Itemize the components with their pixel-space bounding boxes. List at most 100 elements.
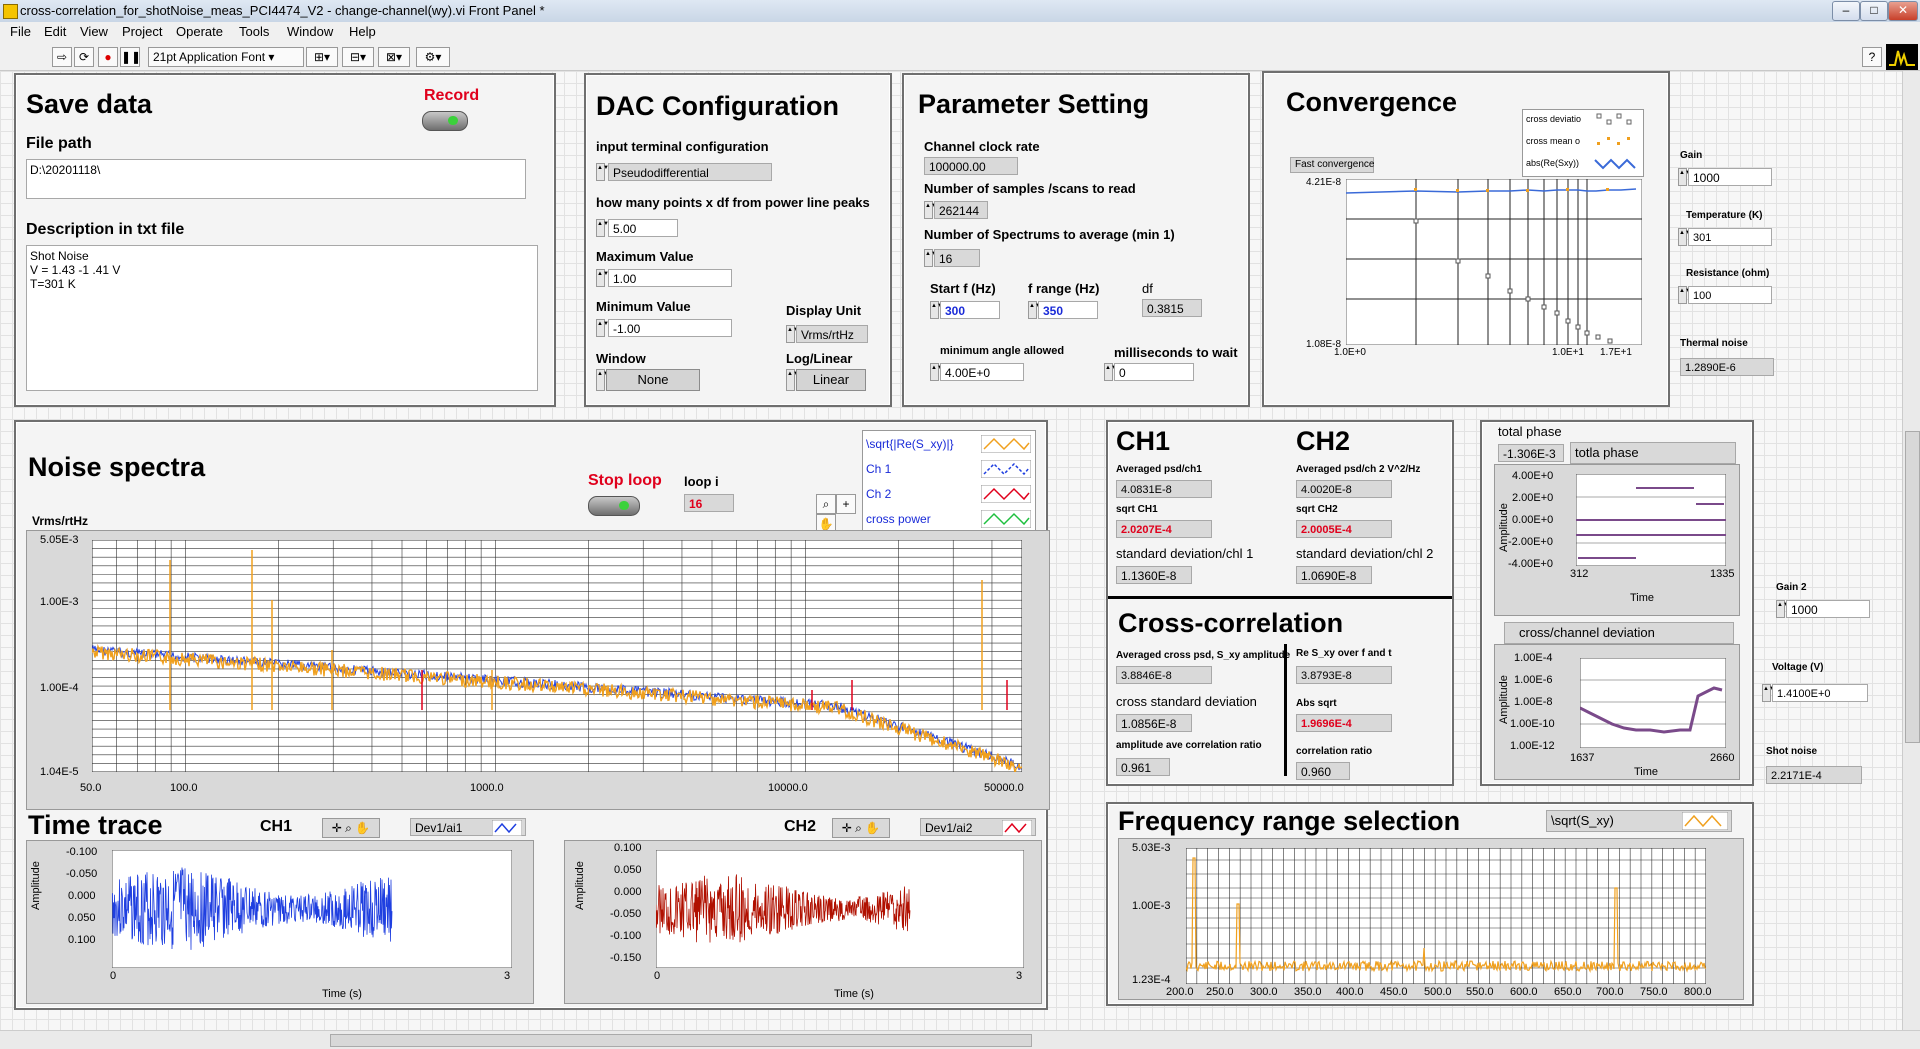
description-label: Description in txt file (26, 221, 185, 238)
freq-graph[interactable] (1186, 848, 1706, 984)
deviation-legend[interactable]: cross/channel deviation (1504, 622, 1734, 644)
convergence-legend[interactable]: cross deviatio cross mean o abs(Re(Sxy)) (1522, 109, 1644, 177)
menu-project[interactable]: Project (122, 24, 162, 39)
zoom-icon[interactable]: ⌕ (816, 494, 836, 514)
menu-view[interactable]: View (80, 24, 108, 39)
stop-loop-led (619, 501, 629, 510)
samples-input[interactable]: 262144 (934, 201, 988, 219)
ms-wait-spin[interactable]: ▲▼ (1104, 363, 1117, 381)
help-icon[interactable]: ? (1862, 47, 1882, 67)
start-f-input[interactable]: 300 (940, 301, 1000, 319)
horizontal-scrollbar[interactable] (0, 1030, 1920, 1049)
convergence-graph[interactable] (1346, 179, 1642, 345)
noise-x-tick-3: 1000.0 (470, 782, 504, 794)
gain-input[interactable]: 1000 (1688, 168, 1772, 186)
ch1-time-graph[interactable] (112, 850, 512, 968)
run-arrow-icon[interactable]: ⇨ (52, 47, 72, 67)
deviation-graph[interactable] (1580, 658, 1726, 748)
vertical-scrollbar[interactable] (1902, 71, 1920, 1030)
ch2-x-axis-title: Time (s) (834, 988, 874, 1000)
display-unit-value: Vrms/rtHz (801, 328, 854, 342)
resistance-spin[interactable]: ▲▼ (1678, 286, 1691, 304)
window-ring[interactable]: None (606, 369, 700, 391)
spectrums-input[interactable]: 16 (934, 249, 980, 267)
noise-legend[interactable]: \sqrt{|Re(S_xy)|} Ch 1 Ch 2 cross power (862, 430, 1036, 532)
gain2-input[interactable]: 1000 (1786, 600, 1870, 618)
gain-spin[interactable]: ▲▼ (1678, 168, 1691, 186)
resistance-input[interactable]: 100 (1688, 286, 1772, 304)
display-unit-ring[interactable]: Vrms/rtHz (796, 325, 868, 343)
ch2-title: CH2 (1296, 426, 1351, 456)
labview-icon (3, 4, 18, 19)
samples-spin[interactable]: ▲▼ (924, 201, 937, 219)
loglinear-spin[interactable]: ▲▼ (786, 369, 799, 391)
phase-graph[interactable] (1576, 474, 1726, 566)
ch2-x-tick-3: 3 (1016, 970, 1023, 982)
corr-ratio-label: correlation ratio (1296, 746, 1373, 757)
input-terminal-spin[interactable]: ▲▼ (596, 163, 609, 181)
input-terminal-ring[interactable]: Pseudodifferential (608, 163, 772, 181)
min-angle-input[interactable]: 4.00E+0 (940, 363, 1024, 381)
max-value-spin[interactable]: ▲▼ (596, 269, 609, 287)
font-select-value: 21pt Application Font (153, 50, 266, 64)
distribute-icon[interactable]: ⊟▾ (342, 47, 374, 67)
abort-icon[interactable]: ● (98, 47, 118, 67)
ch2-graph-tools[interactable]: ✛ ⌕ ✋ (832, 818, 890, 838)
pause-icon[interactable]: ❚❚ (120, 47, 141, 67)
font-select[interactable]: 21pt Application Font ▾ (148, 47, 304, 67)
file-path-input[interactable]: D:\20201118\ (26, 159, 526, 199)
description-textarea[interactable]: Shot Noise V = 1.43 -1 .41 V T=301 K (26, 245, 538, 391)
window-spin[interactable]: ▲▼ (596, 369, 609, 391)
max-value-input[interactable]: 1.00 (608, 269, 732, 287)
freq-x-6: 450.0 (1380, 986, 1408, 998)
align-icon[interactable]: ⊞▾ (306, 47, 338, 67)
record-toggle[interactable] (422, 111, 468, 131)
ch2-time-graph[interactable] (656, 850, 1024, 968)
spectrums-spin[interactable]: ▲▼ (924, 249, 937, 267)
resize-icon[interactable]: ⊠▾ (378, 47, 410, 67)
f-range-spin[interactable]: ▲▼ (1028, 301, 1041, 319)
close-button[interactable]: ✕ (1888, 1, 1918, 21)
legend-abs-re-label: abs(Re(Sxy)) (1526, 158, 1580, 168)
min-value-spin[interactable]: ▲▼ (596, 319, 609, 337)
menu-window[interactable]: Window (287, 24, 333, 39)
ch2-legend-swatch (1002, 820, 1032, 836)
menu-file[interactable]: File (10, 24, 31, 39)
cursor-icon[interactable]: + (836, 494, 856, 514)
start-f-spin[interactable]: ▲▼ (930, 301, 943, 319)
clock-rate-input[interactable]: 100000.00 (924, 157, 1018, 175)
menu-operate[interactable]: Operate (176, 24, 223, 39)
ms-wait-input[interactable]: 0 (1114, 363, 1194, 381)
horizontal-scroll-thumb[interactable] (330, 1034, 1032, 1047)
noise-spectra-graph[interactable] (92, 540, 1022, 772)
min-value-input[interactable]: -1.00 (608, 319, 732, 337)
points-spin[interactable]: ▲▼ (596, 219, 609, 237)
stop-loop-button[interactable] (588, 496, 640, 516)
minimize-button[interactable]: – (1832, 1, 1860, 21)
voltage-input[interactable]: 1.4100E+0 (1772, 684, 1868, 702)
loglinear-ring[interactable]: Linear (796, 369, 866, 391)
ch1-y-tick-5: 0.100 (68, 934, 96, 946)
min-angle-label: minimum angle allowed (940, 345, 1065, 357)
voltage-spin[interactable]: ▲▼ (1762, 684, 1775, 702)
vertical-scroll-thumb[interactable] (1905, 431, 1920, 743)
section-divider (1108, 596, 1452, 599)
menu-edit[interactable]: Edit (44, 24, 66, 39)
display-unit-spin[interactable]: ▲▼ (786, 325, 799, 343)
phase-legend[interactable]: totla phase (1570, 442, 1736, 464)
menu-help[interactable]: Help (349, 24, 376, 39)
menu-tools[interactable]: Tools (239, 24, 269, 39)
min-angle-spin[interactable]: ▲▼ (930, 363, 943, 381)
reorder-icon[interactable]: ⚙▾ (416, 47, 450, 67)
temperature-spin[interactable]: ▲▼ (1678, 228, 1691, 246)
maximize-button[interactable]: □ (1860, 1, 1888, 21)
f-range-input[interactable]: 350 (1038, 301, 1098, 319)
gain2-spin[interactable]: ▲▼ (1776, 600, 1789, 618)
points-input[interactable]: 5.00 (608, 219, 678, 237)
temperature-input[interactable]: 301 (1688, 228, 1772, 246)
thermal-noise-label: Thermal noise (1680, 338, 1748, 349)
fast-convergence-indicator[interactable]: Fast convergence (1290, 157, 1375, 173)
run-continuous-icon[interactable]: ⟳ (74, 47, 94, 67)
ch1-title: CH1 (1116, 426, 1171, 456)
ch1-graph-tools[interactable]: ✛ ⌕ ✋ (322, 818, 380, 838)
